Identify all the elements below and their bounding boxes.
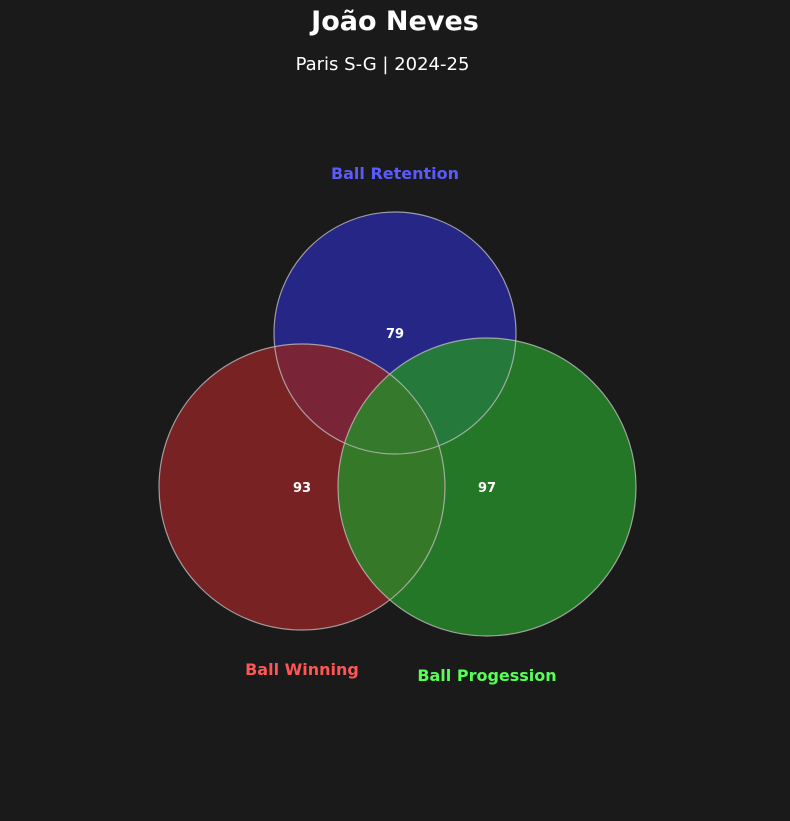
ball-retention-label: Ball Retention [331, 164, 459, 183]
ball-winning-value: 93 [293, 481, 311, 496]
ball-winning-label: Ball Winning [245, 660, 359, 679]
venn-diagram: 79 Ball Retention 93 Ball Winning 97 Ball Pro… [158, 164, 637, 685]
ball-retention-value: 79 [386, 327, 404, 342]
ball-progession-label: Ball Progession [417, 666, 556, 685]
ball-progession-value: 97 [478, 481, 496, 496]
venn-circles [159, 212, 636, 636]
